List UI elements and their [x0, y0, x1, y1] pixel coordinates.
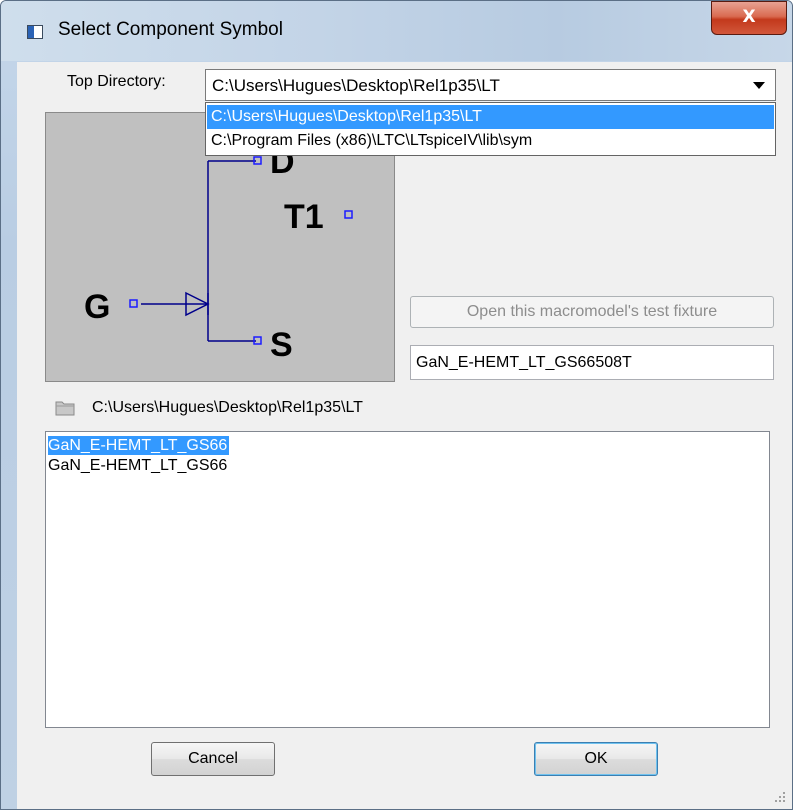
ok-button[interactable]: OK — [534, 742, 658, 776]
close-button[interactable]: X — [711, 1, 787, 35]
folder-icon — [55, 401, 75, 416]
top-directory-value: C:\Users\Hugues\Desktop\Rel1p35\LT — [212, 76, 500, 95]
pin-g-label: G — [84, 288, 110, 326]
top-directory-dropdown-list: C:\Users\Hugues\Desktop\Rel1p35\LT C:\Pr… — [205, 102, 776, 156]
top-directory-label: Top Directory: — [67, 73, 166, 90]
dropdown-option-lib-sym[interactable]: C:\Program Files (x86)\LTC\LTspiceIV\lib… — [207, 129, 774, 153]
instance-label: T1 — [284, 198, 324, 236]
current-path-label: C:\Users\Hugues\Desktop\Rel1p35\LT — [92, 399, 363, 416]
dropdown-option-user-dir[interactable]: C:\Users\Hugues\Desktop\Rel1p35\LT — [207, 105, 774, 129]
title-bar[interactable]: Select Component Symbol X — [1, 1, 792, 61]
app-window-icon — [27, 25, 43, 39]
model-name-value: GaN_E-HEMT_LT_GS66508T — [416, 354, 632, 371]
open-test-fixture-button[interactable]: Open this macromodel's test fixture — [410, 296, 774, 328]
list-item[interactable]: GaN_E-HEMT_LT_GS66 — [48, 456, 229, 475]
top-directory-select[interactable]: C:\Users\Hugues\Desktop\Rel1p35\LT — [205, 69, 776, 101]
list-item[interactable]: GaN_E-HEMT_LT_GS66 — [48, 436, 230, 455]
dialog-window: Select Component Symbol X Top Directory:… — [0, 0, 793, 810]
model-name-field[interactable]: GaN_E-HEMT_LT_GS66508T — [410, 345, 774, 380]
cancel-button[interactable]: Cancel — [151, 742, 275, 776]
pin-s-label: S — [270, 326, 293, 364]
chevron-down-icon[interactable] — [753, 82, 765, 89]
resize-grip-icon[interactable] — [774, 791, 786, 803]
symbol-file-list[interactable]: GaN_E-HEMT_LT_GS66 GaN_E-HEMT_LT_GS66 — [45, 431, 770, 728]
window-title: Select Component Symbol — [58, 19, 283, 40]
